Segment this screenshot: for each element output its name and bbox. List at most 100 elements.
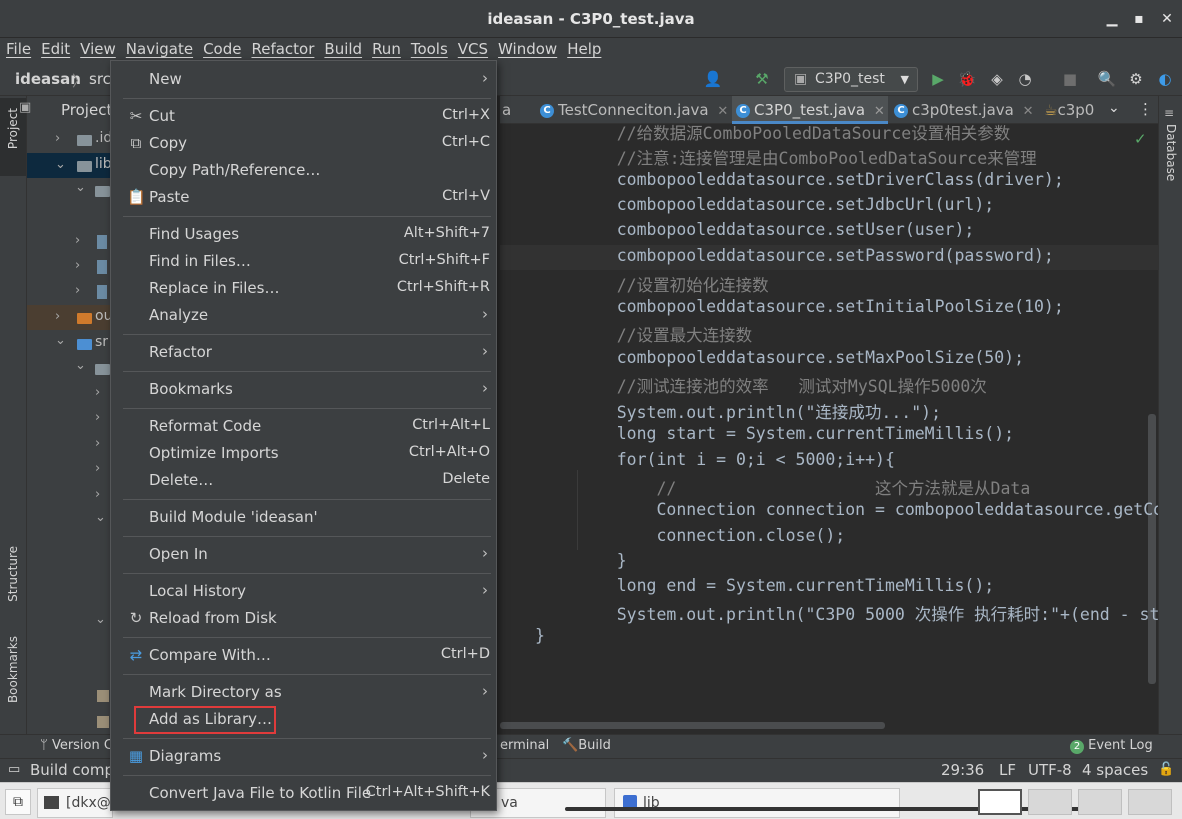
tree-row[interactable]: › bbox=[27, 279, 111, 304]
build-tool[interactable]: 🔨Build bbox=[562, 738, 611, 753]
chevron-down-icon[interactable]: ⌄ bbox=[95, 612, 106, 627]
chevron-right-icon[interactable]: › bbox=[95, 461, 100, 476]
bookmarks-tool-label[interactable]: Bookmarks bbox=[6, 636, 20, 703]
profile-icon[interactable]: ◔ bbox=[1015, 69, 1035, 89]
menu-window[interactable]: Window bbox=[494, 38, 561, 60]
menu-help[interactable]: Help bbox=[563, 38, 605, 60]
menu-item-cut[interactable]: ✂ Cut Ctrl+X bbox=[111, 103, 496, 130]
menu-item-analyze[interactable]: Analyze › bbox=[111, 302, 496, 329]
tree-row[interactable]: ⌄ bbox=[27, 356, 111, 381]
menu-item-replace-in-files[interactable]: Replace in Files… Ctrl+Shift+R bbox=[111, 275, 496, 302]
menu-item-copy[interactable]: ⧉ Copy Ctrl+C bbox=[111, 130, 496, 157]
menu-item-find-usages[interactable]: Find Usages Alt+Shift+7 bbox=[111, 221, 496, 248]
menu-item-bookmarks[interactable]: Bookmarks › bbox=[111, 376, 496, 403]
debug-icon[interactable]: 🐞 bbox=[957, 69, 977, 89]
menu-item-convert-to-kotlin[interactable]: Convert Java File to Kotlin File Ctrl+Al… bbox=[111, 780, 496, 807]
tab-partial[interactable]: a bbox=[500, 96, 520, 124]
chevron-right-icon[interactable]: › bbox=[95, 410, 100, 425]
menu-item-optimize-imports[interactable]: Optimize Imports Ctrl+Alt+O bbox=[111, 440, 496, 467]
user-icon[interactable]: 👤 bbox=[703, 69, 723, 89]
chevron-right-icon[interactable]: › bbox=[95, 487, 100, 502]
close-tab-icon[interactable]: ✕ bbox=[874, 104, 885, 119]
search-icon[interactable]: 🔍 bbox=[1097, 69, 1117, 89]
menu-build[interactable]: Build bbox=[320, 38, 366, 60]
menu-item-local-history[interactable]: Local History › bbox=[111, 578, 496, 605]
menu-tools[interactable]: Tools bbox=[407, 38, 452, 60]
taskbar-terminal[interactable]: [dkx@ bbox=[37, 788, 113, 818]
tree-row[interactable]: › .id bbox=[27, 127, 112, 152]
tree-row[interactable]: › bbox=[27, 254, 111, 279]
menu-item-mark-directory-as[interactable]: Mark Directory as › bbox=[111, 679, 496, 706]
chevron-down-icon[interactable]: ⌄ bbox=[95, 510, 106, 525]
file-encoding[interactable]: UTF-8 bbox=[1028, 761, 1072, 779]
menu-edit[interactable]: Edit bbox=[37, 38, 74, 60]
tab-list-chevron-icon[interactable]: ⌄ bbox=[1108, 100, 1120, 116]
tree-row-selected[interactable]: ⌄ lib bbox=[27, 153, 112, 178]
close-tab-icon[interactable]: ✕ bbox=[717, 104, 728, 119]
status-message[interactable]: Build compl bbox=[30, 761, 118, 779]
menu-item-find-in-files[interactable]: Find in Files… Ctrl+Shift+F bbox=[111, 248, 496, 275]
menu-item-compare-with[interactable]: ⇄ Compare With… Ctrl+D bbox=[111, 642, 496, 669]
workspace-4[interactable] bbox=[1128, 789, 1172, 815]
maximize-icon[interactable]: ▪ bbox=[1128, 8, 1150, 30]
menu-item-paste[interactable]: 📋 Paste Ctrl+V bbox=[111, 184, 496, 211]
line-separator[interactable]: LF bbox=[999, 761, 1016, 779]
breadcrumb-folder[interactable]: src bbox=[89, 70, 111, 88]
lock-icon[interactable]: 🔓 bbox=[1158, 762, 1174, 777]
tree-row[interactable]: › ou bbox=[27, 305, 112, 330]
menu-item-build-module[interactable]: Build Module 'ideasan' bbox=[111, 504, 496, 531]
run-icon[interactable]: ▶ bbox=[928, 69, 948, 89]
code-editor[interactable]: ✓ //给数据源ComboPooledDataSource设置相关参数 //注意… bbox=[500, 124, 1158, 722]
project-panel-title[interactable]: Project bbox=[61, 101, 112, 119]
tab-testconneciton[interactable]: C TestConneciton.java ✕ bbox=[540, 96, 730, 124]
menu-code[interactable]: Code bbox=[199, 38, 245, 60]
show-desktop-icon[interactable]: ⧉ bbox=[5, 789, 31, 815]
menu-run[interactable]: Run bbox=[368, 38, 405, 60]
caret-position[interactable]: 29:36 bbox=[941, 761, 984, 779]
menu-item-open-in[interactable]: Open In › bbox=[111, 541, 496, 568]
run-configuration-select[interactable]: ▣ C3P0_test ▼ bbox=[784, 67, 918, 92]
tab-c3p0-test[interactable]: C C3P0_test.java ✕ bbox=[732, 96, 888, 124]
horizontal-scrollbar[interactable] bbox=[500, 722, 885, 729]
menu-navigate[interactable]: Navigate bbox=[122, 38, 197, 60]
structure-tool-label[interactable]: Structure bbox=[6, 546, 20, 602]
minimize-icon[interactable]: ▁ bbox=[1101, 8, 1123, 30]
menu-item-delete[interactable]: Delete… Delete bbox=[111, 467, 496, 494]
database-tool-label[interactable]: Database bbox=[1164, 124, 1178, 181]
menu-vcs[interactable]: VCS bbox=[454, 38, 492, 60]
taskbar-lib[interactable]: lib bbox=[614, 788, 900, 818]
more-options-icon[interactable]: ⋮ bbox=[1138, 100, 1153, 118]
workspace-3[interactable] bbox=[1078, 789, 1122, 815]
menu-item-new[interactable]: New › bbox=[111, 66, 496, 93]
event-log-tool[interactable]: 2 Event Log bbox=[1070, 738, 1153, 754]
menu-refactor[interactable]: Refactor bbox=[247, 38, 318, 60]
workspace-2[interactable] bbox=[1028, 789, 1072, 815]
panel-toggle-icon[interactable]: ▭ bbox=[8, 762, 20, 777]
build-hammer-icon[interactable]: ⚒ bbox=[752, 69, 772, 89]
menu-item-copy-path[interactable]: Copy Path/Reference… bbox=[111, 157, 496, 184]
chevron-right-icon[interactable]: › bbox=[95, 436, 100, 451]
tree-row[interactable]: ⌄ bbox=[27, 178, 111, 203]
indent-setting[interactable]: 4 spaces bbox=[1082, 761, 1148, 779]
close-icon[interactable]: ✕ bbox=[1156, 8, 1178, 30]
stop-icon[interactable]: ■ bbox=[1060, 69, 1080, 89]
jetbrains-icon[interactable]: ◐ bbox=[1155, 69, 1175, 89]
tree-row[interactable]: › bbox=[27, 229, 111, 254]
tree-row[interactable]: ⌄ sr bbox=[27, 331, 111, 356]
menu-item-reload-from-disk[interactable]: ↻ Reload from Disk bbox=[111, 605, 496, 632]
vertical-scrollbar[interactable] bbox=[1148, 414, 1156, 684]
close-tab-icon[interactable]: ✕ bbox=[1023, 104, 1034, 119]
coverage-icon[interactable]: ◈ bbox=[987, 69, 1007, 89]
menu-item-reformat-code[interactable]: Reformat Code Ctrl+Alt+L bbox=[111, 413, 496, 440]
menu-file[interactable]: File bbox=[2, 38, 35, 60]
tab-c3p0test[interactable]: Cc3p0test.java ✕ bbox=[894, 96, 1036, 124]
gear-icon[interactable]: ⚙ bbox=[1126, 69, 1146, 89]
chevron-right-icon[interactable]: › bbox=[95, 385, 100, 400]
menu-item-diagrams[interactable]: ▦ Diagrams › bbox=[111, 743, 496, 770]
workspace-1[interactable] bbox=[978, 789, 1022, 815]
version-control-tool[interactable]: ᛘ Version C bbox=[40, 738, 113, 753]
terminal-tool[interactable]: erminal bbox=[500, 738, 549, 753]
tab-c3p0-partial[interactable]: ☕c3p0 bbox=[1044, 96, 1104, 124]
menu-view[interactable]: View bbox=[76, 38, 120, 60]
menu-item-refactor[interactable]: Refactor › bbox=[111, 339, 496, 366]
